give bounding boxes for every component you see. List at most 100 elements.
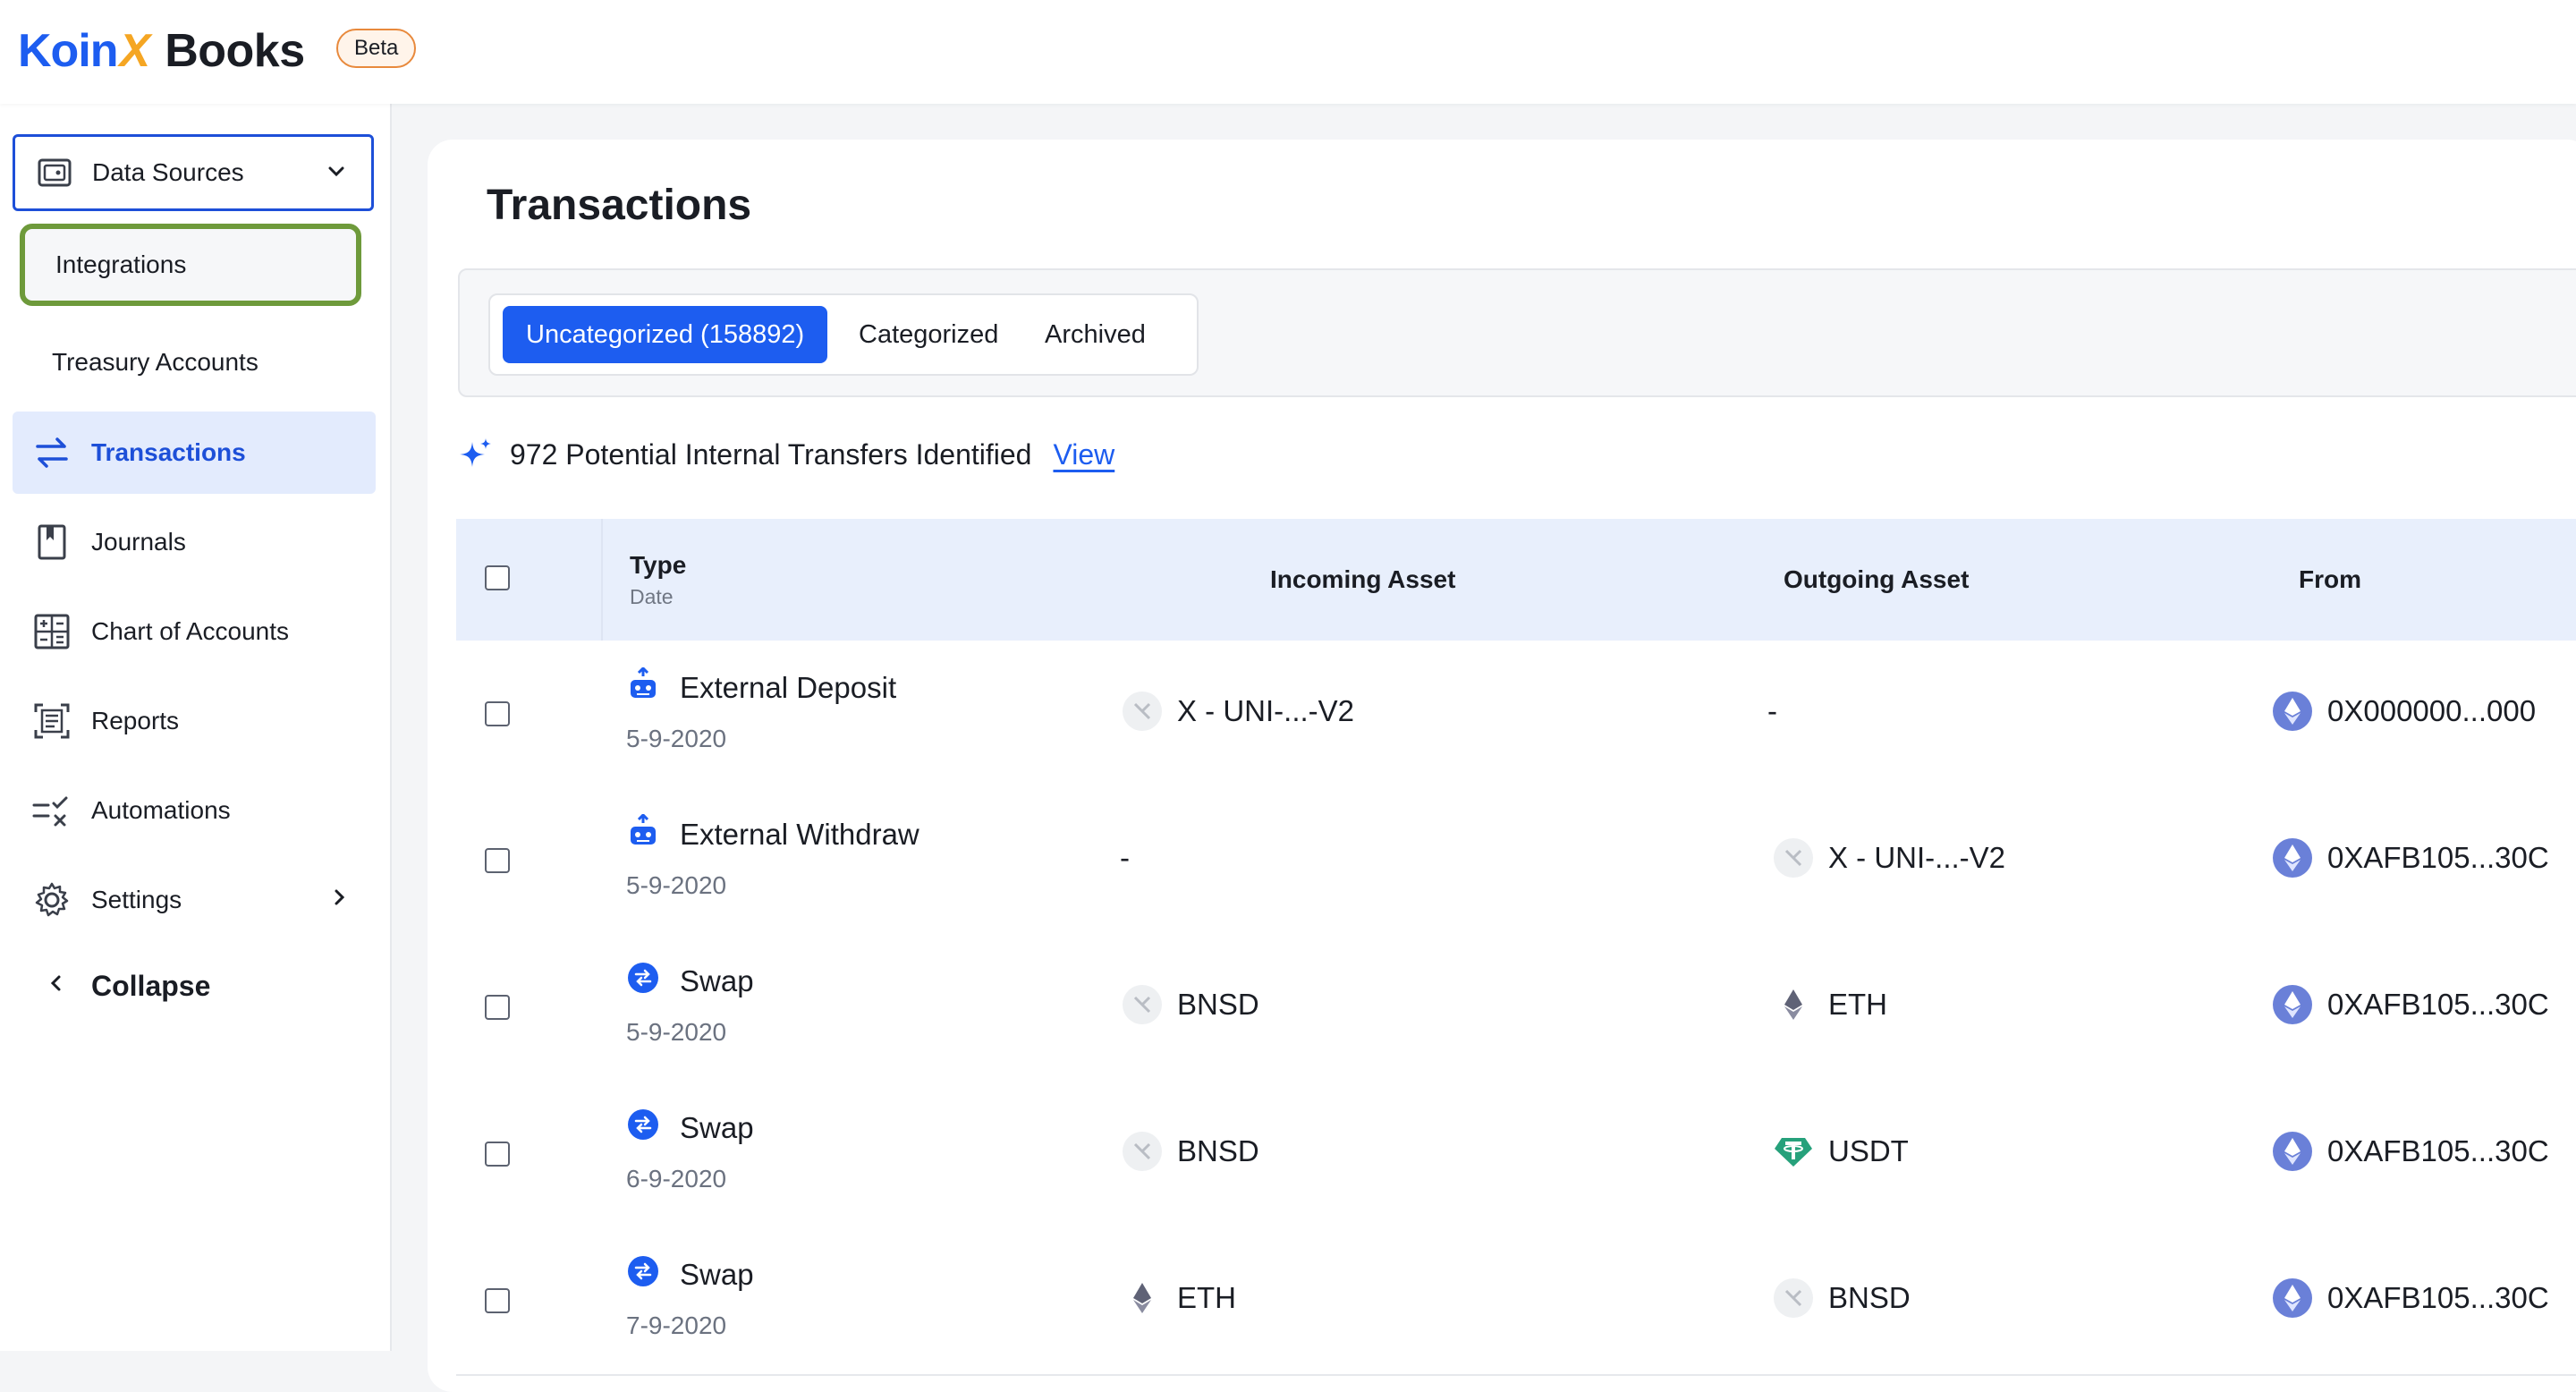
incoming-asset-label: ETH: [1177, 1281, 1236, 1314]
incoming-asset-label: X - UNI-...-V2: [1177, 694, 1355, 727]
bookmark-book-icon: [38, 524, 66, 560]
outgoing-asset-label: -: [1767, 694, 1777, 727]
outgoing-asset-label: USDT: [1828, 1134, 1909, 1167]
ethereum-icon: [2273, 985, 2312, 1024]
token-placeholder-icon: [1774, 1278, 1813, 1318]
row-type: External Deposit: [680, 671, 897, 704]
token-placeholder-icon: [1123, 692, 1162, 731]
outgoing-asset: BNSD: [1773, 1277, 1911, 1319]
token-placeholder-icon: [1774, 838, 1813, 878]
ethereum-icon: [2273, 1278, 2312, 1318]
from-address-label: 0XAFB105...30C: [2327, 841, 2549, 874]
sidebar-item-label: Chart of Accounts: [91, 617, 290, 645]
from-address[interactable]: 0XAFB105...30C: [2272, 984, 2549, 1025]
token-placeholder-icon: [1123, 985, 1162, 1024]
automation-list-icon: [32, 796, 68, 827]
sidebar-item-journals[interactable]: Journals: [13, 501, 376, 583]
sidebar-item-integrations[interactable]: Integrations: [20, 224, 361, 306]
incoming-asset: X - UNI-...-V2: [1122, 691, 1354, 732]
incoming-asset-label: BNSD: [1177, 1134, 1259, 1167]
sidebar-item-label: Settings: [91, 886, 182, 913]
outgoing-asset: X - UNI-...-V2: [1773, 837, 2005, 878]
row-type: Swap: [680, 964, 754, 997]
from-address[interactable]: 0XAFB105...30C: [2272, 837, 2549, 878]
select-all-checkbox[interactable]: [485, 565, 510, 590]
table-row[interactable]: Swap 6-9-2020 BNSD USDT 0XAFB105...30C: [456, 1081, 2576, 1229]
outgoing-asset: USDT: [1773, 1131, 1909, 1172]
outgoing-asset: ETH: [1773, 984, 1887, 1025]
deposit-robot-icon: [631, 667, 656, 698]
calculator-icon: [34, 614, 70, 649]
report-document-icon: [34, 703, 70, 739]
outgoing-asset-label: ETH: [1828, 988, 1887, 1021]
ethereum-icon: [2273, 838, 2312, 878]
gear-icon: [35, 882, 69, 917]
view-transfers-link[interactable]: View: [1053, 438, 1114, 471]
collapse-sidebar-button[interactable]: Collapse: [47, 970, 210, 1003]
main-content: Transactions Uncategorized (158892) Cate…: [428, 140, 2576, 1392]
data-sources-dropdown[interactable]: Data Sources: [13, 134, 374, 211]
header-incoming-asset[interactable]: Incoming Asset: [1270, 565, 1455, 594]
row-type: Swap: [680, 1111, 754, 1144]
header-from[interactable]: From: [2299, 565, 2361, 594]
tabs-panel: Uncategorized (158892) Categorized Archi…: [458, 268, 2576, 397]
eth-diamond-icon: [1784, 989, 1802, 1020]
data-sources-label: Data Sources: [92, 158, 244, 186]
tab-uncategorized[interactable]: Uncategorized (158892): [503, 306, 828, 363]
logo-x-text: X: [119, 25, 151, 77]
sidebar-item-automations[interactable]: Automations: [13, 769, 376, 852]
table-row[interactable]: Swap 7-9-2020 ETH BNSD 0XAFB105...30C: [456, 1227, 2576, 1376]
header-outgoing-asset[interactable]: Outgoing Asset: [1784, 565, 1969, 594]
row-checkbox[interactable]: [485, 995, 510, 1020]
incoming-asset: BNSD: [1122, 1131, 1259, 1172]
table-row[interactable]: External Withdraw 5-9-2020 - X - UNI-...…: [456, 787, 2576, 936]
sidebar-item-settings[interactable]: Settings: [13, 859, 376, 941]
incoming-asset: BNSD: [1122, 984, 1259, 1025]
sidebar-item-label: Journals: [91, 528, 186, 556]
swap-icon: [628, 963, 658, 993]
withdraw-robot-icon: [631, 814, 656, 845]
tether-icon: [1775, 1138, 1812, 1167]
chevron-right-icon: [327, 886, 351, 915]
from-address[interactable]: 0X000000...000: [2272, 691, 2536, 732]
token-placeholder-icon: [1123, 1132, 1162, 1171]
from-address-label: 0XAFB105...30C: [2327, 1134, 2549, 1167]
header-type[interactable]: Type: [630, 551, 686, 580]
row-checkbox[interactable]: [485, 1142, 510, 1167]
chevron-left-icon: [47, 972, 64, 1002]
sidebar-item-transactions[interactable]: Transactions: [13, 412, 376, 494]
row-checkbox[interactable]: [485, 848, 510, 873]
header-date: Date: [630, 585, 674, 608]
from-address[interactable]: 0XAFB105...30C: [2272, 1277, 2549, 1319]
row-checkbox[interactable]: [485, 701, 510, 726]
logo-koin-text: Koin: [18, 25, 119, 77]
row-date: 5-9-2020: [626, 871, 727, 899]
tab-group: Uncategorized (158892) Categorized Archi…: [488, 293, 1199, 376]
sidebar: Data Sources Integrations Treasury Accou…: [0, 104, 392, 1351]
sidebar-item-reports[interactable]: Reports: [13, 680, 376, 762]
from-address-label: 0X000000...000: [2327, 694, 2537, 727]
sidebar-item-label: Reports: [91, 707, 180, 734]
row-date: 7-9-2020: [626, 1311, 727, 1339]
transfers-text: 972 Potential Internal Transfers Identif…: [510, 437, 1032, 471]
eth-diamond-icon: [1133, 1283, 1151, 1313]
row-checkbox[interactable]: [485, 1288, 510, 1313]
incoming-asset-label: -: [1120, 841, 1130, 874]
from-address-label: 0XAFB105...30C: [2327, 988, 2549, 1021]
swap-icon: [628, 1109, 658, 1140]
koinx-books-logo[interactable]: Koin X Books: [18, 20, 305, 82]
table-row[interactable]: Swap 5-9-2020 BNSD ETH 0XAFB105...30C: [456, 934, 2576, 1082]
sidebar-item-label: Automations: [91, 796, 231, 824]
tab-categorized[interactable]: Categorized: [859, 306, 998, 363]
tab-archived[interactable]: Archived: [1045, 306, 1146, 363]
table-header: Type Date Incoming Asset Outgoing Asset …: [456, 519, 2576, 641]
sidebar-item-chart-of-accounts[interactable]: Chart of Accounts: [13, 590, 376, 673]
internal-transfers-banner: 972 Potential Internal Transfers Identif…: [458, 437, 1114, 472]
table-row[interactable]: External Deposit 5-9-2020 X - UNI-...-V2…: [456, 641, 2576, 789]
page-title: Transactions: [487, 182, 752, 229]
ethereum-icon: [2273, 692, 2312, 731]
column-divider: [601, 519, 603, 641]
ethereum-icon: [2273, 1132, 2312, 1171]
from-address[interactable]: 0XAFB105...30C: [2272, 1131, 2549, 1172]
sidebar-item-treasury-accounts[interactable]: Treasury Accounts: [20, 322, 360, 403]
